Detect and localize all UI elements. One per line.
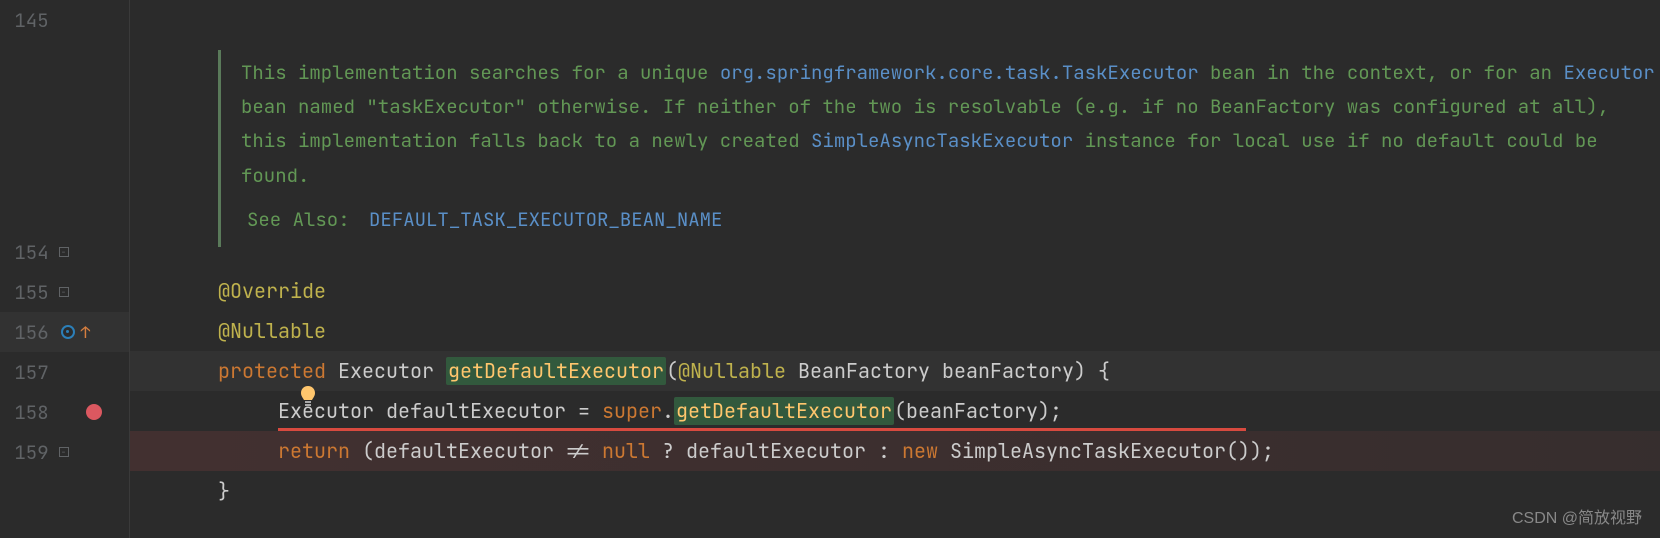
keyword: new bbox=[902, 438, 938, 464]
doc-link[interactable]: SimpleAsyncTaskExecutor bbox=[811, 128, 1073, 153]
type: BeanFactory bbox=[798, 358, 930, 384]
override-arrow-icon: ↑ bbox=[81, 322, 91, 343]
code-line[interactable]: } bbox=[130, 471, 1660, 511]
keyword: null bbox=[602, 438, 650, 464]
line-number: 157 bbox=[0, 360, 55, 385]
breakpoint-icon[interactable] bbox=[86, 404, 102, 420]
keyword: super bbox=[602, 398, 662, 424]
code-line[interactable]: @Override bbox=[130, 271, 1660, 311]
fold-minus-icon[interactable]: − bbox=[59, 247, 69, 257]
paren: ) bbox=[1250, 438, 1262, 464]
method-call: getDefaultExecutor bbox=[674, 397, 894, 425]
fold-minus-icon[interactable]: − bbox=[59, 287, 69, 297]
code-content: @Override @Nullable protected Executor g… bbox=[130, 271, 1660, 511]
gutter-icons: ↑ bbox=[55, 322, 129, 343]
brace: { bbox=[1086, 358, 1110, 384]
annotation: @Nullable bbox=[678, 358, 786, 384]
code-line[interactable]: @Nullable bbox=[130, 311, 1660, 351]
gutter-icons: − bbox=[55, 287, 129, 297]
variable: defaultExecutor bbox=[386, 398, 566, 424]
fold-minus-icon[interactable]: − bbox=[59, 447, 69, 457]
paren: ) bbox=[1074, 358, 1086, 384]
doc-text: This implementation searches for a uniqu… bbox=[241, 60, 720, 85]
type: Executor bbox=[278, 398, 374, 424]
operator: = bbox=[566, 398, 602, 424]
paren: ( bbox=[666, 358, 678, 384]
line-number: 145 bbox=[0, 8, 55, 33]
gutter-row: 159 − bbox=[0, 432, 129, 472]
gutter-icons bbox=[55, 404, 129, 420]
watermark: CSDN @简放视野 bbox=[1512, 504, 1642, 528]
paren: ( bbox=[894, 398, 906, 424]
code-area[interactable]: This implementation searches for a uniqu… bbox=[130, 0, 1660, 538]
doc-link[interactable]: org.springframework.core.task.TaskExecut… bbox=[720, 60, 1199, 85]
parens: () bbox=[1226, 438, 1250, 464]
override-icon[interactable] bbox=[59, 323, 77, 341]
gutter-row: 145 bbox=[0, 0, 129, 40]
semicolon: ; bbox=[1262, 438, 1274, 464]
parameter: beanFactory bbox=[942, 358, 1074, 384]
annotation: @Nullable bbox=[218, 318, 326, 344]
annotation: @Override bbox=[218, 278, 326, 304]
javadoc-block: This implementation searches for a uniqu… bbox=[218, 50, 1660, 247]
variable: defaultExecutor bbox=[374, 438, 554, 464]
line-number: 156 bbox=[0, 320, 55, 345]
doc-link[interactable]: Executor bbox=[1563, 60, 1654, 85]
operator: != bbox=[554, 438, 602, 464]
keyword: return bbox=[278, 438, 350, 464]
gutter-row: 154 − bbox=[0, 232, 129, 272]
gutter-icons: − bbox=[55, 247, 129, 257]
line-number: 155 bbox=[0, 280, 55, 305]
variable: defaultExecutor bbox=[686, 438, 866, 464]
operator: ? bbox=[650, 438, 686, 464]
paren: ) bbox=[1038, 398, 1050, 424]
argument: beanFactory bbox=[906, 398, 1038, 424]
semicolon: ; bbox=[1050, 398, 1062, 424]
code-line[interactable]: Executor defaultExecutor = super.getDefa… bbox=[130, 391, 1660, 431]
method-declaration: getDefaultExecutor bbox=[446, 357, 666, 385]
line-number: 158 bbox=[0, 400, 55, 425]
type: SimpleAsyncTaskExecutor bbox=[950, 438, 1226, 464]
operator: : bbox=[866, 438, 902, 464]
gutter-row: 157 bbox=[0, 352, 129, 392]
code-line-current[interactable]: protected Executor getDefaultExecutor(@N… bbox=[130, 351, 1660, 391]
doc-link[interactable]: DEFAULT_TASK_EXECUTOR_BEAN_NAME bbox=[369, 207, 722, 232]
gutter: 145 154 − 155 − 156 ↑ bbox=[0, 0, 130, 538]
gutter-icons: − bbox=[55, 447, 129, 457]
type: Executor bbox=[338, 358, 434, 384]
gutter-row: 156 ↑ bbox=[0, 312, 129, 352]
dot: . bbox=[662, 398, 674, 424]
line-number: 159 bbox=[0, 440, 55, 465]
doc-text: bean in the context, or for an bbox=[1199, 60, 1564, 85]
code-editor[interactable]: 145 154 − 155 − 156 ↑ bbox=[0, 0, 1660, 538]
code-line-breakpoint[interactable]: return (defaultExecutor != null ? defaul… bbox=[130, 431, 1660, 471]
doc-seealso-label: See Also: bbox=[247, 207, 350, 232]
gutter-row: 155 − bbox=[0, 272, 129, 312]
line-number: 154 bbox=[0, 240, 55, 265]
gutter-row: 158 bbox=[0, 392, 129, 432]
brace: } bbox=[218, 478, 230, 504]
paren: ( bbox=[362, 438, 374, 464]
